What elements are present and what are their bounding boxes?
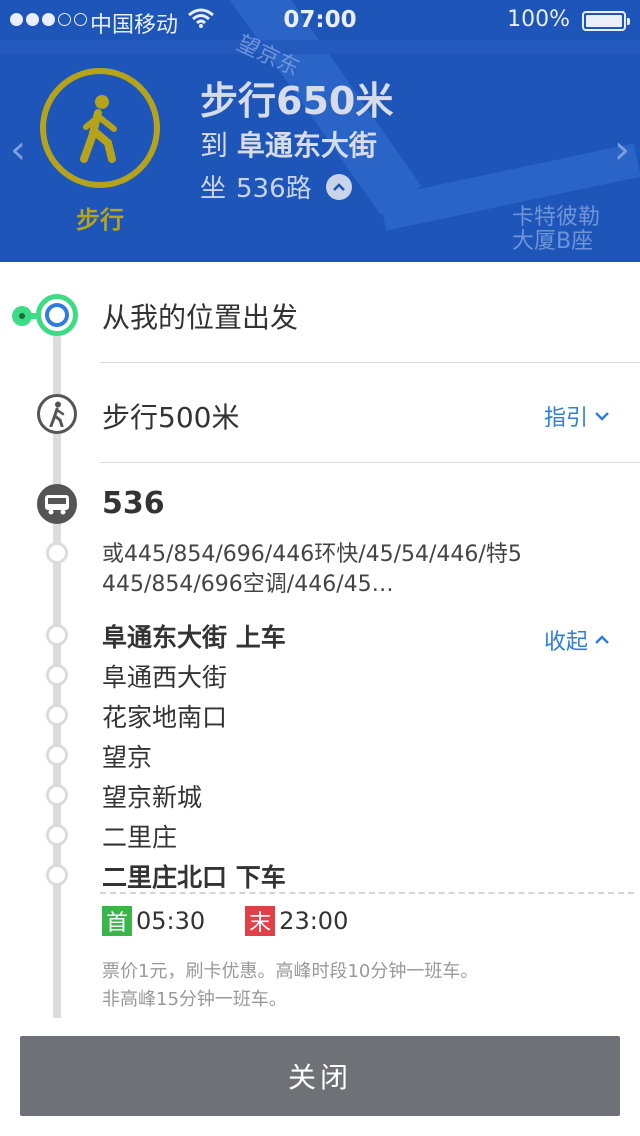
stop-dot <box>46 864 68 886</box>
chevron-up-icon[interactable] <box>325 173 352 200</box>
step-line-prefix: 坐 <box>200 174 227 204</box>
stop-dot <box>46 824 68 846</box>
stop-name: 二里庄北口 下车 <box>102 863 286 892</box>
origin-marker-icon <box>36 294 78 336</box>
walk-step-label: 步行500米 <box>102 401 240 434</box>
divider <box>100 362 640 363</box>
service-hours: 首 05:30 末 23:00 <box>102 906 348 936</box>
battery-icon <box>582 11 630 31</box>
alternative-lines: 或445/854/696/446环快/45/54/446/特5 445/854/… <box>102 542 522 597</box>
stop-dot <box>46 624 68 646</box>
fare-info: 票价1元，刷卡优惠。高峰时段10分钟一班车。 非高峰15分钟一班车。 <box>102 958 478 1014</box>
collapse-button[interactable]: 收起 <box>544 624 610 656</box>
stop-name: 花家地南口 <box>102 703 228 732</box>
stop-name: 阜通东大街 上车 <box>102 623 286 652</box>
status-bar: 中国移动 07:00 100% <box>0 0 640 40</box>
step-destination: 到 阜通东大街 <box>200 124 377 164</box>
last-bus-badge: 末 <box>245 906 276 936</box>
origin-label: 从我的位置出发 <box>102 301 299 334</box>
stop-dot <box>46 664 68 686</box>
step-destination-prefix: 到 <box>200 129 229 162</box>
step-mode-caption: 步行 <box>76 206 124 234</box>
stop-dot <box>46 744 68 766</box>
fare-line: 票价1元，刷卡优惠。高峰时段10分钟一班车。 <box>102 961 479 982</box>
step-line-name: 536路 <box>236 174 312 204</box>
bus-icon <box>37 484 77 524</box>
stop-name: 望京新城 <box>102 783 203 812</box>
chevron-up-icon <box>595 635 609 644</box>
stop-name: 二里庄 <box>102 823 178 852</box>
battery-percent: 100% <box>507 7 570 32</box>
stop-dot <box>46 784 68 806</box>
route-detail-panel: 从我的位置出发 步行500米 指引 536 或445/854/696/446环快… <box>0 262 640 1136</box>
guide-button[interactable]: 指引 <box>544 400 610 432</box>
stop-name: 望京 <box>102 743 153 772</box>
map-road <box>0 40 640 54</box>
previous-step-button[interactable]: ‹ <box>10 130 26 170</box>
collapse-label: 收起 <box>543 630 588 655</box>
walking-step-icon <box>37 394 77 434</box>
last-bus-time: 23:00 <box>279 907 349 935</box>
route-step-header: 望京东 卡特彼勒 大厦B座 中国移动 07:00 100% ‹ › 步行 步行6… <box>0 0 640 262</box>
step-title: 步行650米 <box>200 79 394 123</box>
close-button[interactable]: 关闭 <box>20 1036 620 1116</box>
chevron-down-icon <box>595 412 609 421</box>
map-building-label: 卡特彼勒 大厦B座 <box>512 205 601 254</box>
fare-line: 非高峰15分钟一班车。 <box>102 989 287 1010</box>
first-bus-time: 05:30 <box>136 907 206 935</box>
guide-label: 指引 <box>543 406 588 431</box>
divider <box>100 462 640 463</box>
timeline-dot <box>46 542 68 564</box>
bus-route-number: 536 <box>102 486 165 521</box>
step-destination-name: 阜通东大街 <box>236 129 377 162</box>
first-bus-badge: 首 <box>102 906 132 936</box>
walking-person-icon <box>40 68 160 188</box>
stop-dot <box>46 704 68 726</box>
stop-name: 阜通西大街 <box>102 663 228 692</box>
next-step-button[interactable]: › <box>614 130 630 170</box>
dashed-divider <box>100 892 634 894</box>
step-bus-line[interactable]: 坐 536路 <box>200 168 352 205</box>
